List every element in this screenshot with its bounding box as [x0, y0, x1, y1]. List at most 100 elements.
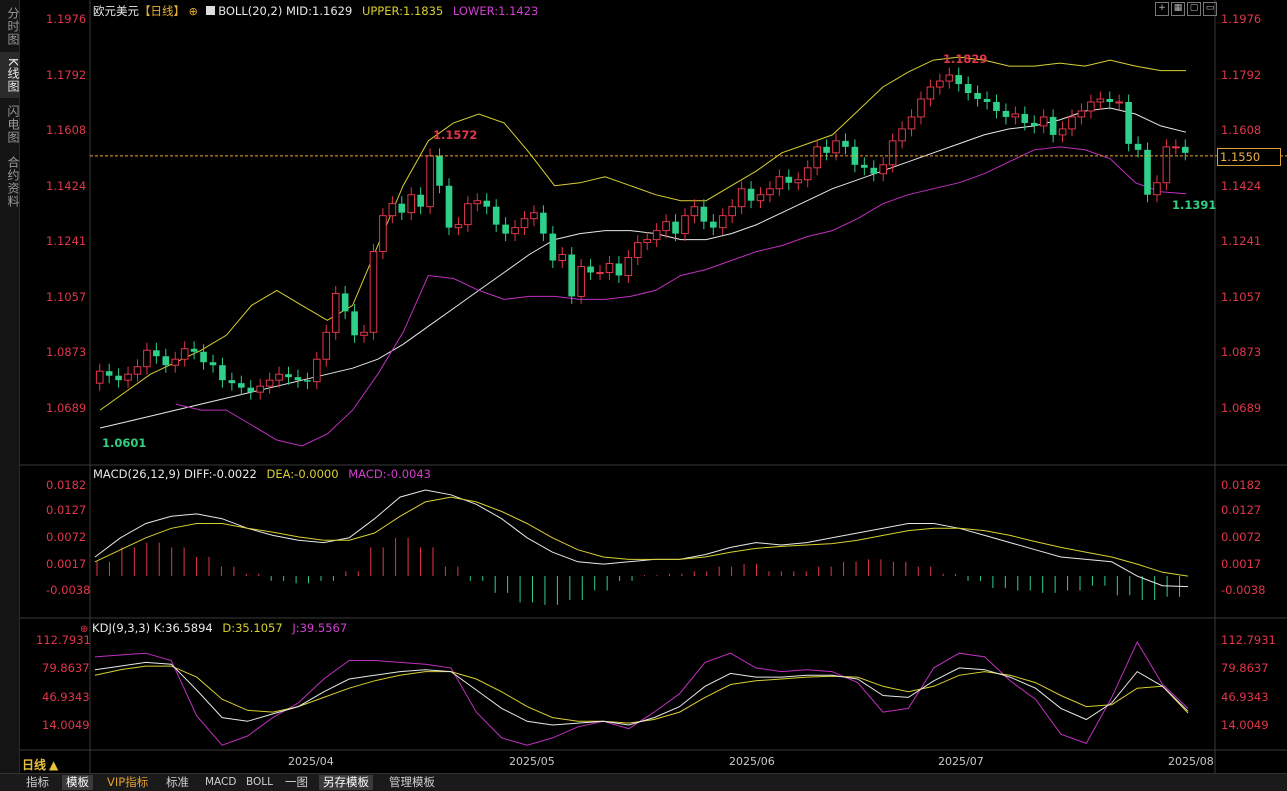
candle-body — [256, 385, 264, 393]
price-tick: 1.1976 — [46, 12, 87, 26]
period-selector[interactable]: 日线 ▲ — [22, 756, 58, 773]
candle-body — [1181, 146, 1189, 153]
kdj-k-line — [94, 661, 1189, 726]
candle-body — [200, 351, 207, 363]
kdj-indicator — [94, 641, 1189, 746]
tab-macd[interactable]: MACD — [201, 775, 240, 790]
candle-body — [1030, 122, 1038, 126]
candle-body — [331, 292, 340, 333]
candle-body — [398, 203, 406, 213]
candle-body — [1049, 116, 1057, 135]
candle-body — [530, 212, 538, 220]
candle-body — [133, 366, 142, 375]
candle-body — [898, 128, 906, 142]
tab-standard[interactable]: 标准 — [162, 775, 193, 790]
candle-body — [823, 146, 830, 153]
candle-body — [492, 206, 500, 225]
candle-body — [888, 140, 897, 166]
candle-body — [633, 242, 642, 259]
current-price-tag: 1.1550 — [1217, 147, 1281, 166]
boll-upper: UPPER:1.1835 — [361, 4, 444, 18]
candle-body — [577, 266, 585, 297]
tab-manage-templates[interactable]: 管理模板 — [385, 775, 439, 790]
candle-body — [143, 349, 151, 368]
candle-body — [209, 362, 217, 366]
candle-body — [454, 224, 463, 229]
candle-body — [247, 387, 255, 393]
macd-value: MACD:-0.0043 — [348, 467, 431, 481]
candle-body — [322, 331, 331, 360]
kdj-d: D:35.1057 — [222, 621, 283, 635]
candle-body — [369, 251, 378, 333]
candle-body — [983, 98, 991, 102]
macd-label[interactable]: MACD(26,12,9) — [93, 467, 180, 481]
candle-body — [832, 140, 840, 154]
chart-canvas[interactable] — [0, 0, 1287, 773]
boll-lower: LOWER:1.1423 — [452, 4, 539, 18]
settings-icon[interactable]: ⊕ — [189, 5, 198, 18]
candle-body — [643, 239, 652, 244]
crosshair-icon[interactable]: + — [1155, 2, 1169, 16]
candle-body — [1002, 110, 1010, 117]
candle-body — [568, 254, 576, 297]
candle-body — [690, 206, 699, 217]
kdj-tick: 112.7931 — [36, 633, 91, 647]
candle-body — [672, 221, 679, 234]
macd-tick: 0.0127 — [46, 503, 87, 517]
candle-body — [1153, 182, 1161, 196]
candle-body — [945, 74, 954, 82]
candle-body — [426, 155, 434, 208]
kdj-d-line — [94, 665, 1189, 724]
price-tick: 1.1241 — [46, 234, 87, 248]
candle-body — [747, 188, 755, 201]
candle-body — [511, 227, 519, 235]
macd-tick-right: -0.0038 — [1221, 583, 1266, 597]
boll-label[interactable]: BOLL(20,2) — [218, 4, 282, 18]
tab-indicators[interactable]: 指标 — [22, 775, 53, 790]
candle-body — [605, 263, 614, 273]
boll-mid: MID:1.1629 — [285, 4, 353, 18]
tab-one-chart[interactable]: 一图 — [281, 775, 312, 790]
time-tick: 2025/05 — [509, 755, 555, 768]
candle-body — [275, 373, 283, 381]
kdj-tick-right: 14.0049 — [1221, 718, 1269, 732]
period-selector-label: 日线 — [22, 758, 47, 772]
tab-templates[interactable]: 模板 — [62, 775, 93, 790]
main-panel-header: 欧元美元【日线】 ⊕ BOLL(20,2) MID:1.1629 UPPER:1… — [93, 3, 538, 19]
tab-vip-indicators[interactable]: VIP指标 — [103, 775, 152, 790]
candle-body — [180, 348, 189, 360]
candle-body — [313, 358, 321, 383]
indicator-list-icon[interactable] — [205, 6, 215, 15]
tab-boll[interactable]: BOLL — [242, 775, 277, 790]
layout-icon[interactable]: ▦ — [1171, 2, 1185, 16]
candle-body — [115, 375, 122, 381]
macd-tick-right: 0.0072 — [1221, 530, 1262, 544]
kdj-tick: 14.0049 — [42, 718, 90, 732]
tab-save-as-template[interactable]: 另存模板 — [319, 775, 373, 790]
close-panel-icon[interactable]: ▭ — [1203, 2, 1217, 16]
bottom-toolbar: 指标 模板 VIP指标 标准 MACD BOLL 一图 另存模板 管理模板 — [0, 773, 1287, 791]
low-recent-annotation: 1.1391 — [1172, 198, 1217, 212]
candle-body — [304, 380, 311, 382]
candle-body — [228, 380, 236, 384]
restore-icon[interactable]: ▢ — [1187, 2, 1201, 16]
kdj-label[interactable]: KDJ(9,3,3) — [92, 621, 150, 635]
candle-body — [162, 356, 170, 366]
candle-body — [1115, 101, 1124, 104]
price-tick-right: 1.0873 — [1221, 345, 1262, 359]
kdj-j-line — [94, 641, 1189, 746]
kdj-tick-right: 112.7931 — [1221, 633, 1276, 647]
kdj-tick: 79.8637 — [42, 661, 90, 675]
candle-body — [1144, 149, 1151, 195]
time-tick: 2025/08 — [1168, 755, 1214, 768]
macd-dea-line — [94, 496, 1189, 577]
candle-body — [955, 75, 963, 85]
candle-body — [700, 206, 708, 222]
candle-body — [436, 155, 443, 186]
candle-body — [105, 371, 113, 376]
candle-body — [285, 374, 292, 378]
candle-body — [360, 331, 368, 336]
candle-body — [596, 271, 604, 274]
macd-indicator — [94, 489, 1189, 605]
candle-body — [1106, 98, 1114, 102]
